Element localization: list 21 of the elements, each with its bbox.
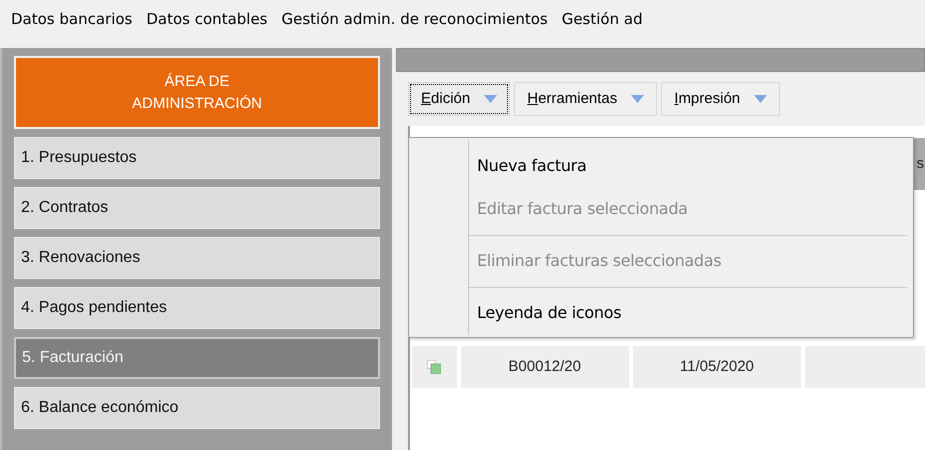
sidebar-item[interactable]: 2. Contratos <box>14 187 380 229</box>
caret-icon <box>631 95 644 103</box>
table-cell: B00012/20 <box>460 346 629 388</box>
toolbar-button[interactable]: Impresión <box>661 82 780 116</box>
menu-item[interactable]: Leyenda de iconos <box>469 292 911 336</box>
toolbar-button[interactable]: Herramientas <box>514 82 658 116</box>
menu-item[interactable]: Datos bancarios <box>4 8 140 30</box>
menu-item[interactable]: Datos contables <box>139 8 274 30</box>
sidebar-title: ÁREA DE ADMINISTRACIÓN <box>14 56 380 129</box>
sidebar-item[interactable]: 5. Facturación <box>14 337 380 379</box>
caret-icon <box>484 95 498 103</box>
caret-icon <box>754 95 768 103</box>
table-cell: 11/05/2020 <box>632 346 802 388</box>
sidebar-item[interactable]: 1. Presupuestos <box>14 137 380 179</box>
toolbar-button[interactable]: Edición <box>408 82 510 116</box>
invoice-status-icon <box>427 360 442 374</box>
menu-item[interactable]: Gestión admin. de reconocimientos <box>274 8 555 30</box>
sidebar-item[interactable]: 3. Renovaciones <box>14 237 380 279</box>
menu-item[interactable]: Gestión ad <box>554 8 650 30</box>
sidebar-item[interactable]: 6. Balance económico <box>14 387 380 429</box>
sidebar-item[interactable]: 4. Pagos pendientes <box>14 287 380 329</box>
